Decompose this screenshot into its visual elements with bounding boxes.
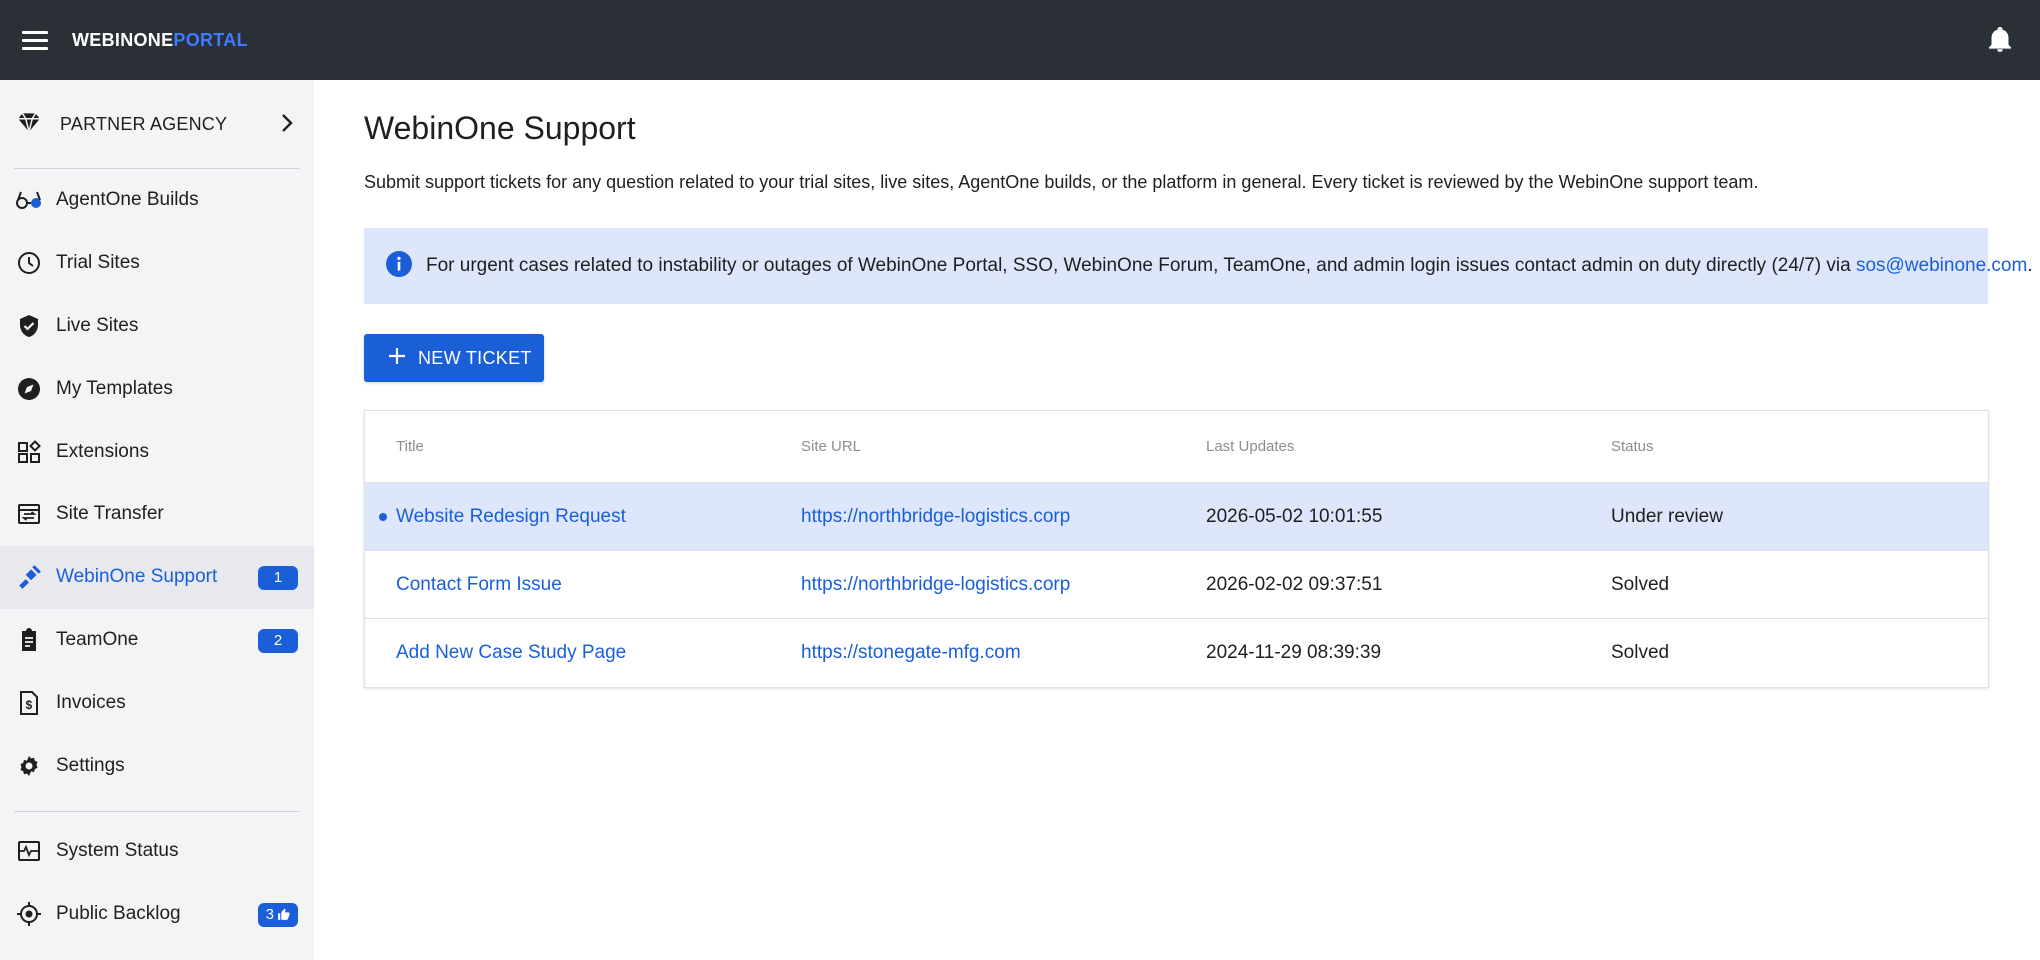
sidebar-item-label: AgentOne Builds <box>56 189 199 211</box>
sidebar-item-invoices[interactable]: $ Invoices <box>0 671 314 734</box>
vote-badge: 3 <box>257 902 298 927</box>
chevron-right-icon <box>280 112 294 139</box>
column-header-site-url[interactable]: Site URL <box>801 438 861 455</box>
notification-badge: 1 <box>258 565 298 590</box>
sidebar-item-trial-sites[interactable]: Trial Sites <box>0 232 314 295</box>
ticket-title[interactable]: Contact Form Issue <box>396 574 562 596</box>
notification-badge: 2 <box>258 628 298 653</box>
invoice-icon: $ <box>16 690 42 716</box>
sidebar-item-agentone-builds[interactable]: AgentOne Builds <box>0 169 314 232</box>
table-row[interactable]: Add New Case Study Page https://stonegat… <box>365 619 1988 687</box>
table-header: Title Site URL Last Updates Status <box>365 411 1988 483</box>
info-icon <box>386 250 412 282</box>
ticket-site-url[interactable]: https://stonegate-mfg.com <box>801 642 1021 664</box>
page-title: WebinOne Support <box>364 110 636 146</box>
top-bar: WEBINONEPORTAL <box>0 0 2040 80</box>
sidebar-item-extensions[interactable]: Extensions <box>0 420 314 483</box>
gear-icon <box>16 753 42 779</box>
table-row[interactable]: Contact Form Issue https://northbridge-l… <box>365 551 1988 619</box>
sidebar-item-system-status[interactable]: System Status <box>0 820 314 883</box>
table-row[interactable]: Website Redesign Request https://northbr… <box>365 483 1988 551</box>
bell-icon[interactable] <box>1982 22 2018 58</box>
ticket-status: Under review <box>1611 505 1723 527</box>
sidebar-item-label: Trial Sites <box>56 252 140 274</box>
hamburger-menu-icon[interactable] <box>22 25 52 55</box>
logo-part-2: PORTAL <box>173 29 248 50</box>
sidebar-item-my-templates[interactable]: My Templates <box>0 357 314 420</box>
sidebar-item-label: Live Sites <box>56 314 139 336</box>
sidebar-item-label: Public Backlog <box>56 903 181 925</box>
partner-agency-selector[interactable]: PARTNER AGENCY <box>0 80 314 168</box>
target-icon <box>16 901 42 927</box>
sidebar-item-label: Invoices <box>56 691 126 713</box>
thumb-up-icon <box>278 908 290 921</box>
widgets-icon <box>16 439 42 465</box>
sidebar-item-settings[interactable]: Settings <box>0 734 314 797</box>
ticket-last-update: 2026-05-02 10:01:55 <box>1206 505 1383 527</box>
transfer-icon <box>16 501 42 527</box>
info-message: For urgent cases related to instability … <box>426 255 1856 276</box>
sidebar-item-live-sites[interactable]: Live Sites <box>0 295 314 358</box>
ticket-status: Solved <box>1611 642 1670 663</box>
column-header-last-updates[interactable]: Last Updates <box>1206 438 1294 455</box>
sidebar-item-label: Site Transfer <box>56 503 164 525</box>
shield-check-icon <box>16 313 42 339</box>
compass-icon <box>16 376 42 402</box>
partner-agency-label: PARTNER AGENCY <box>60 113 228 134</box>
sidebar-item-teamone[interactable]: TeamOne 2 <box>0 609 314 672</box>
diamond-icon <box>16 109 42 140</box>
logo[interactable]: WEBINONEPORTAL <box>72 30 248 51</box>
monitor-heart-icon <box>16 838 42 864</box>
ticket-site-url[interactable]: https://northbridge-logistics.corp <box>801 506 1070 528</box>
clipboard-icon <box>16 627 42 653</box>
ticket-title[interactable]: Website Redesign Request <box>396 506 626 528</box>
svg-text:$: $ <box>26 698 33 712</box>
unread-dot-icon <box>379 512 387 521</box>
glasses-icon <box>16 187 42 213</box>
info-suffix: . <box>2027 255 2033 276</box>
ticket-last-update: 2026-02-02 09:37:51 <box>1206 573 1383 595</box>
vote-count: 3 <box>265 906 274 924</box>
sidebar-item-label: My Templates <box>56 377 173 399</box>
support-icon <box>16 564 42 590</box>
ticket-status: Solved <box>1611 573 1670 595</box>
ticket-site-url[interactable]: https://northbridge-logistics.corp <box>801 574 1070 596</box>
page-description: Submit support tickets for any question … <box>364 172 1759 192</box>
sidebar-item-webinone-support[interactable]: WebinOne Support 1 <box>0 545 314 609</box>
info-banner: For urgent cases related to instability … <box>364 228 2033 304</box>
sidebar-item-site-transfer[interactable]: Site Transfer <box>0 483 314 546</box>
sidebar-item-label: Settings <box>56 754 125 776</box>
sidebar-item-label: TeamOne <box>56 628 139 650</box>
new-ticket-label: NEW TICKET <box>418 347 532 368</box>
sidebar: PARTNER AGENCY AgentOne Builds Trial Sit… <box>0 80 314 960</box>
new-ticket-button[interactable]: NEW TICKET <box>364 334 544 382</box>
info-banner-text: For urgent cases related to instability … <box>426 255 2033 277</box>
sidebar-divider <box>14 810 300 812</box>
sidebar-item-label: Extensions <box>56 440 149 462</box>
tickets-table: Title Site URL Last Updates Status Websi… <box>364 410 1989 688</box>
sidebar-item-label: System Status <box>56 840 179 862</box>
ticket-title[interactable]: Add New Case Study Page <box>396 642 626 664</box>
sidebar-item-public-backlog[interactable]: Public Backlog 3 <box>0 883 314 946</box>
sidebar-item-label: WebinOne Support <box>56 566 218 588</box>
column-header-status[interactable]: Status <box>1611 438 1654 455</box>
clock-icon <box>16 250 42 276</box>
plus-icon <box>388 347 406 370</box>
column-header-title[interactable]: Title <box>396 438 424 455</box>
support-email-link[interactable]: sos@webinone.com <box>1856 255 2027 276</box>
ticket-last-update: 2024-11-29 08:39:39 <box>1206 642 1382 663</box>
logo-part-1: WEBINONE <box>72 29 174 50</box>
